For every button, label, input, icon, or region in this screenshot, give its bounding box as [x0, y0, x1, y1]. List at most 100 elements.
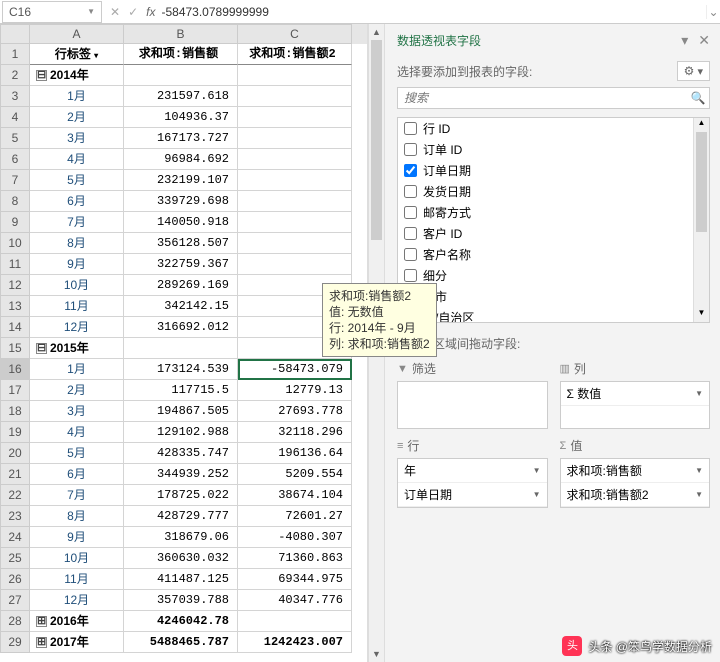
cell-value[interactable]	[238, 611, 352, 632]
row-header[interactable]: 10	[0, 233, 30, 254]
cell-value[interactable]	[238, 86, 352, 107]
area-item[interactable]: 求和项:销售额2▼	[561, 483, 710, 507]
cell-value[interactable]: 196136.64	[238, 443, 352, 464]
row-header[interactable]: 5	[0, 128, 30, 149]
cell-value[interactable]	[124, 338, 238, 359]
formula-input[interactable]: -58473.0789999999	[155, 5, 706, 19]
field-checkbox[interactable]	[404, 206, 417, 219]
area-item[interactable]: 求和项:销售额▼	[561, 459, 710, 483]
fl-scroll-up-icon[interactable]: ▲	[694, 118, 709, 132]
row-label[interactable]: 3月	[30, 128, 124, 149]
field-item[interactable]: 订单 ID	[398, 139, 709, 160]
row-label[interactable]: 7月	[30, 485, 124, 506]
cell-value[interactable]: 69344.975	[238, 569, 352, 590]
cell-value[interactable]: 339729.698	[124, 191, 238, 212]
cell-value[interactable]: 232199.107	[124, 170, 238, 191]
cell-value[interactable]	[238, 149, 352, 170]
search-input[interactable]	[398, 88, 687, 108]
row-label[interactable]: 12月	[30, 590, 124, 611]
row-header[interactable]: 12	[0, 275, 30, 296]
row-header[interactable]: 15	[0, 338, 30, 359]
cell-value[interactable]: 231597.618	[124, 86, 238, 107]
cell-value[interactable]: 71360.863	[238, 548, 352, 569]
area-item[interactable]: Σ 数值▼	[561, 382, 710, 406]
cell-value[interactable]: 5488465.787	[124, 632, 238, 653]
cell-value[interactable]: 40347.776	[238, 590, 352, 611]
chevron-down-icon[interactable]: ▼	[695, 389, 703, 398]
row-label[interactable]: 8月	[30, 233, 124, 254]
row-label[interactable]: 2月	[30, 107, 124, 128]
cell-value[interactable]: 167173.727	[124, 128, 238, 149]
cell-value[interactable]	[238, 128, 352, 149]
row-label[interactable]: 5月	[30, 443, 124, 464]
row-label[interactable]: 10月	[30, 275, 124, 296]
row-label[interactable]: ⊟2014年	[30, 65, 124, 86]
row-label[interactable]: ⊞2017年	[30, 632, 124, 653]
field-checkbox[interactable]	[404, 185, 417, 198]
chevron-down-icon[interactable]: ▼	[695, 466, 703, 475]
formula-expand-icon[interactable]: ⌄	[706, 5, 720, 19]
cell-value[interactable]: 173124.539	[124, 359, 238, 380]
row-label[interactable]: ⊞2016年	[30, 611, 124, 632]
field-checkbox[interactable]	[404, 164, 417, 177]
pane-options-icon[interactable]: ▾	[681, 32, 688, 48]
cell-value[interactable]: 344939.252	[124, 464, 238, 485]
field-item[interactable]: 客户名称	[398, 244, 709, 265]
cell-value[interactable]: 38674.104	[238, 485, 352, 506]
field-checkbox[interactable]	[404, 122, 417, 135]
filter-drop[interactable]	[397, 381, 548, 429]
row-header[interactable]: 2	[0, 65, 30, 86]
row-label[interactable]: 11月	[30, 569, 124, 590]
cell-value[interactable]: 27693.778	[238, 401, 352, 422]
row-header[interactable]: 8	[0, 191, 30, 212]
field-list[interactable]: 行 ID订单 ID订单日期发货日期邮寄方式客户 ID客户名称细分城市省/自治区 …	[397, 117, 710, 323]
field-item[interactable]: 订单日期	[398, 160, 709, 181]
field-item[interactable]: 城市	[398, 286, 709, 307]
row-header[interactable]: 7	[0, 170, 30, 191]
field-item[interactable]: 细分	[398, 265, 709, 286]
cell-value[interactable]: 356128.507	[124, 233, 238, 254]
row-header[interactable]: 13	[0, 296, 30, 317]
field-checkbox[interactable]	[404, 269, 417, 282]
row-header[interactable]: 6	[0, 149, 30, 170]
fx-icon[interactable]: fx	[146, 5, 155, 19]
row-header[interactable]: 21	[0, 464, 30, 485]
row-label[interactable]: 6月	[30, 464, 124, 485]
pivot-header-rowlabels[interactable]: 行标签 ▾	[30, 44, 124, 65]
row-label[interactable]: 12月	[30, 317, 124, 338]
row-header[interactable]: 22	[0, 485, 30, 506]
cell-value[interactable]: 342142.15	[124, 296, 238, 317]
cell-value[interactable]	[238, 233, 352, 254]
col-header-c[interactable]: C	[238, 24, 352, 44]
area-item[interactable]: 订单日期▼	[398, 483, 547, 507]
cell-value[interactable]: -4080.307	[238, 527, 352, 548]
chevron-down-icon[interactable]: ▼	[533, 466, 541, 475]
expand-icon[interactable]: ⊟	[36, 343, 47, 354]
row-header[interactable]: 14	[0, 317, 30, 338]
cell-value[interactable]	[238, 107, 352, 128]
row-label[interactable]: 4月	[30, 422, 124, 443]
cell-value[interactable]	[238, 254, 352, 275]
field-item[interactable]: 客户 ID	[398, 223, 709, 244]
row-header[interactable]: 18	[0, 401, 30, 422]
cell-value[interactable]: 129102.988	[124, 422, 238, 443]
row-header[interactable]: 25	[0, 548, 30, 569]
cell-value[interactable]	[238, 212, 352, 233]
field-checkbox[interactable]	[404, 227, 417, 240]
field-checkbox[interactable]	[404, 248, 417, 261]
expand-icon[interactable]: ⊞	[36, 616, 47, 627]
fl-scroll-thumb[interactable]	[696, 132, 707, 232]
cell-value[interactable]: 1242423.007	[238, 632, 352, 653]
cell-value[interactable]: 289269.169	[124, 275, 238, 296]
cell-value[interactable]: 428729.777	[124, 506, 238, 527]
pane-close-icon[interactable]: ✕	[698, 32, 710, 48]
enter-icon[interactable]: ✓	[128, 5, 138, 19]
select-all-corner[interactable]	[0, 24, 30, 44]
scroll-down-icon[interactable]: ▼	[369, 646, 384, 662]
cell-value[interactable]: 4246042.78	[124, 611, 238, 632]
row-header[interactable]: 28	[0, 611, 30, 632]
row-header[interactable]: 3	[0, 86, 30, 107]
row-label[interactable]: 4月	[30, 149, 124, 170]
pivot-header-sum2[interactable]: 求和项:销售额2	[238, 44, 352, 65]
row-header[interactable]: 20	[0, 443, 30, 464]
